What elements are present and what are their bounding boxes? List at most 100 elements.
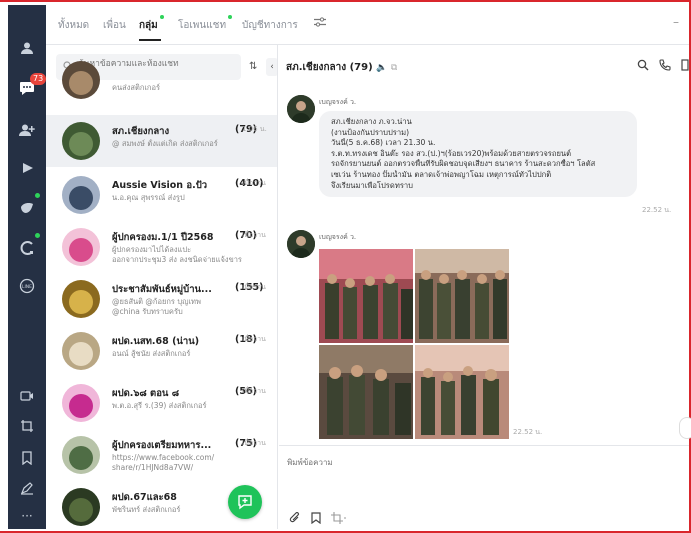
- meeting-icon[interactable]: [8, 383, 46, 409]
- notes-icon[interactable]: [8, 475, 46, 501]
- message-line: (งานป้องกันปราบปราม): [331, 127, 410, 137]
- chat-list-item[interactable]: ผปด.นสท.68 (น่าน) (18) เมื่อวาน อนณ์ สู้ชนั…: [46, 325, 277, 377]
- chat-list-item[interactable]: ประชาสัมพันธ์หมู่บ้าน... (155) เมื่อวาน @ยธ…: [46, 273, 277, 325]
- message-bubble[interactable]: สภ.เชียงกลาง ภ.จว.น่าน (งานป้องกันปราบปร…: [319, 111, 637, 198]
- chat-preview-line: @china รับทราบครับ: [112, 307, 183, 316]
- chat-preview: @ สมพงษ์ ตั้งแต่เกิด ส่งสติกเกอร์: [112, 139, 242, 149]
- sort-icon[interactable]: ⇅: [249, 61, 257, 72]
- video-icon[interactable]: [8, 155, 46, 181]
- tab-new-dot: [159, 15, 164, 19]
- group-avatar: [62, 488, 100, 526]
- external-link-icon[interactable]: ⧉: [391, 63, 397, 73]
- group-avatar: [62, 280, 100, 318]
- message-area: เบญจรงค์ ว. สภ.เชียงกลาง ภ.จว.น่าน (งานป…: [279, 87, 691, 445]
- message-line: เซเว่น ร้านทอง ปั๊มน้ำมัน ตลาดเจ้าพ่อพญา…: [331, 169, 552, 179]
- tab-official-accounts[interactable]: บัญชีทางการ: [242, 18, 298, 33]
- conversation-header: สภ.เชียงกลาง (79) 🔈 ⧉: [279, 45, 689, 87]
- message-line: ร.ต.ท.ทรงเดช อินต๊ะ รอง สว.(ป.)ฯ(ร้อยเวร…: [331, 148, 572, 158]
- timeline-icon[interactable]: [8, 195, 46, 221]
- chat-preview-line: ออกจากประชุม3 ส่ง ลงชนิดจ่ายแจ้งขาร.ส่ง: [112, 255, 242, 264]
- message-line: วันนี้(5 ธ.ค.68) เวลา 21.30 น.: [331, 138, 436, 148]
- chat-preview: พัชรินทร์ ส่งสติกเกอร์: [112, 505, 242, 515]
- message-time: 22.52 น.: [513, 428, 543, 436]
- message-input[interactable]: [287, 458, 667, 467]
- chat-preview-line: พ.ต.อ.สุรี ร.(39) ส่งสติกเกอร์: [112, 401, 207, 410]
- chat-time: เมื่อวาน: [242, 231, 266, 239]
- openchat-icon[interactable]: [8, 235, 46, 261]
- attach-icon[interactable]: [289, 512, 301, 527]
- conversation-panel: สภ.เชียงกลาง (79) 🔈 ⧉ เบญจรงค์ ว. สภ.เชี…: [279, 45, 691, 529]
- tab-friends[interactable]: เพื่อน: [103, 18, 126, 33]
- chat-list-item[interactable]: ผู้ปกครองเตรียมทหาร... (75) เมื่อวาน https:…: [46, 429, 277, 481]
- keep-icon[interactable]: [8, 445, 46, 471]
- chat-time: เมื่อวาน: [242, 387, 266, 395]
- filter-settings-icon[interactable]: [314, 17, 326, 30]
- chat-name: สภ.เชียงกลาง: [112, 126, 170, 137]
- chat-list-panel: ⇅ ‹ คนส่งสติกเกอร์สภ.เชียงกลาง(79)1.06 น…: [46, 45, 278, 529]
- search-input[interactable]: [78, 59, 238, 69]
- chat-time: เมื่อวาน: [242, 439, 266, 447]
- photo[interactable]: [319, 249, 413, 343]
- message-composer: [279, 445, 689, 529]
- keep-icon[interactable]: [311, 512, 321, 527]
- chat-preview-line: ผู้ปกครองมาไปได้ลงแปะ: [112, 245, 192, 254]
- add-friend-icon[interactable]: [8, 117, 46, 143]
- new-chat-icon: [238, 495, 252, 510]
- conversation-title: สภ.เชียงกลาง (79) 🔈 ⧉: [286, 62, 398, 73]
- chat-name: ผปด.๖๘ ตอน ๘: [112, 388, 180, 399]
- message-line: จึงเรียนมาเพื่อโปรดทราบ: [331, 180, 413, 190]
- chat-list-item[interactable]: คนส่งสติกเกอร์: [46, 61, 277, 103]
- group-avatar: [62, 122, 100, 160]
- line-icon[interactable]: LINE: [8, 273, 46, 299]
- more-icon[interactable]: ···: [8, 503, 46, 529]
- chat-name: ผู้ปกครองม.1/1 ปี2568: [112, 232, 214, 243]
- group-avatar: [62, 228, 100, 266]
- chat-preview-line: https://www.facebook.com/: [112, 453, 215, 462]
- chat-preview-line: พัชรินทร์ ส่งสติกเกอร์: [112, 505, 181, 514]
- tab-groups[interactable]: กลุ่ม: [139, 15, 164, 33]
- photo[interactable]: [415, 345, 509, 439]
- collapse-list-icon[interactable]: ‹: [266, 58, 277, 76]
- scroll-to-bottom-button[interactable]: [679, 417, 691, 439]
- crop-icon[interactable]: [8, 413, 46, 439]
- chat-list-item[interactable]: ผปด.๖๘ ตอน ๘ (56) เมื่อวาน พ.ต.อ.สุรี ร.(39…: [46, 377, 277, 429]
- chat-name: Aussie Vision อ.ปัว: [112, 180, 208, 191]
- chat-list-item[interactable]: สภ.เชียงกลาง (79) 1.06 น. @ สมพงษ์ ตั้งแต่เ…: [46, 115, 277, 167]
- sender-name: เบญจรงค์ ว.: [319, 233, 357, 241]
- message-line: รถจักรยานยนต์ ออกตรวจพื้นที่รับผิดชอบจุด…: [331, 159, 596, 169]
- chat-name: ผู้ปกครองเตรียมทหาร...: [112, 440, 212, 451]
- photo[interactable]: [319, 345, 413, 439]
- minimize-button[interactable]: –: [673, 15, 679, 29]
- chat-preview-line: @ สมพงษ์ ตั้งแต่เกิด ส่งสติกเกอร์: [112, 139, 218, 148]
- chat-preview: อนณ์ สู้ชนัย ส่งสติกเกอร์: [112, 349, 242, 359]
- chat-time: 1.06 น.: [242, 125, 267, 133]
- chat-list-item[interactable]: Aussie Vision อ.ปัว (410) เมื่อวาน น.อ.คุณ …: [46, 169, 277, 221]
- chat-list-item[interactable]: ผู้ปกครองม.1/1 ปี2568 (70) เมื่อวาน ผู้ปกคร…: [46, 221, 277, 273]
- filter-tabs: ทั้งหมด เพื่อน กลุ่ม โอเพนแชท บัญชีทางกา…: [46, 5, 689, 45]
- chat-name: ผปด.67และ68: [112, 492, 177, 503]
- tab-openchat[interactable]: โอเพนแชท: [178, 15, 233, 33]
- photo[interactable]: [415, 249, 509, 343]
- message-time: 22.52 น.: [642, 206, 672, 214]
- avatar[interactable]: [287, 95, 315, 123]
- chat-time: เมื่อวาน: [242, 179, 266, 187]
- chat-time: เมื่อวาน: [242, 283, 266, 291]
- screenshot-icon[interactable]: [331, 512, 347, 527]
- chat-preview-line: น.อ.คุณ สุพรรณ์ ส่งรูป: [112, 193, 185, 202]
- chat-time: เมื่อวาน: [242, 335, 266, 343]
- search-icon[interactable]: [637, 59, 649, 74]
- friends-icon[interactable]: [8, 35, 46, 61]
- call-icon[interactable]: [659, 59, 671, 74]
- tab-all[interactable]: ทั้งหมด: [58, 18, 89, 33]
- group-avatar: [62, 61, 100, 99]
- unread-badge: 73: [30, 73, 47, 85]
- timeline-new-dot: [35, 193, 40, 198]
- photo-grid[interactable]: [319, 249, 509, 439]
- group-avatar: [62, 332, 100, 370]
- new-chat-button[interactable]: [228, 485, 262, 519]
- avatar[interactable]: [287, 230, 315, 258]
- menu-icon[interactable]: [681, 59, 689, 74]
- active-tab-indicator: [139, 39, 161, 41]
- chat-preview-line: @ยธสันติ @ก้อยกร บุญเทพ: [112, 297, 201, 306]
- message-line: สภ.เชียงกลาง ภ.จว.น่าน: [331, 117, 412, 126]
